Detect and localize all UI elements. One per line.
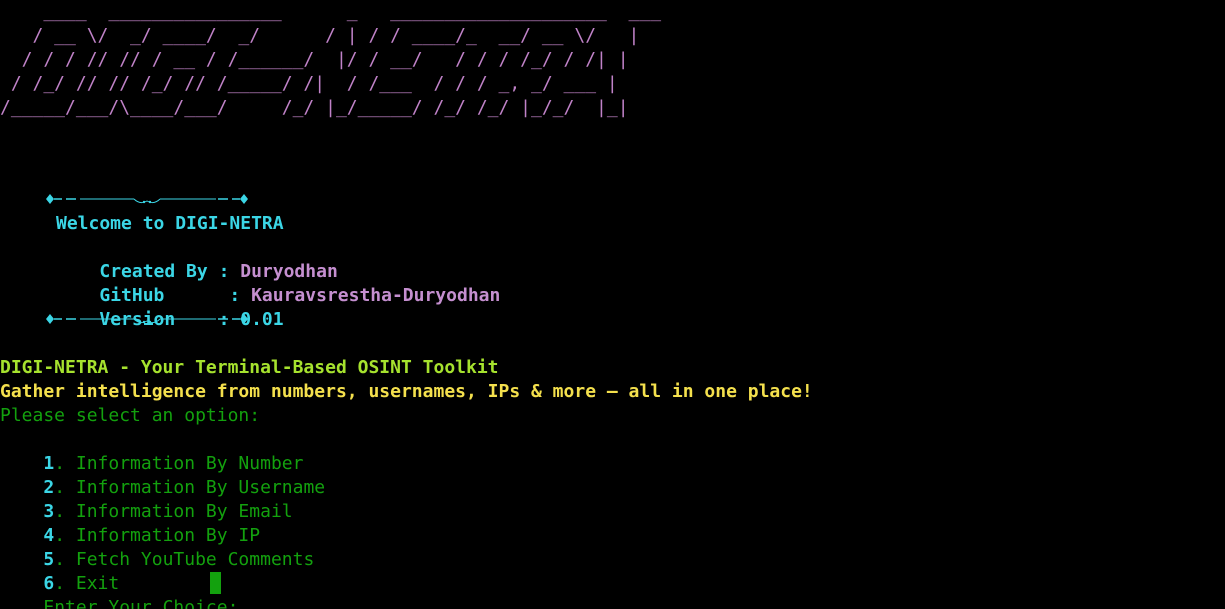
- github-value: Kauravsrestha-Duryodhan: [251, 285, 501, 306]
- menu-option-username: 2. Information By Username: [0, 452, 325, 498]
- subtitle: Gather intelligence from numbers, userna…: [0, 381, 813, 402]
- github-row: GitHub : Kauravsrestha-Duryodhan: [56, 260, 500, 306]
- menu-option-ip: 4. Information By IP: [0, 500, 260, 546]
- top-ornament-divider: [46, 194, 248, 204]
- welcome-text: Welcome to DIGI-NETRA: [56, 213, 284, 234]
- menu-option-email: 3. Information By Email: [0, 476, 292, 522]
- menu-option-youtube-comments: 5. Fetch YouTube Comments: [0, 524, 314, 570]
- version-row: Version : 0.01: [56, 284, 283, 330]
- menu-option-number: 1. Information By Number: [0, 428, 303, 474]
- choice-prompt-label: Enter Your Choice:: [43, 597, 250, 609]
- ascii-banner-logo: ____ ________________ _ ________________…: [0, 1, 662, 118]
- text-cursor: [210, 572, 221, 594]
- created-by-row: Created By : Duryodhan: [56, 236, 337, 282]
- tagline: DIGI-NETRA - Your Terminal-Based OSINT T…: [0, 357, 499, 378]
- terminal-window[interactable]: ____ ________________ _ ________________…: [0, 0, 1225, 609]
- menu-prompt: Please select an option:: [0, 405, 261, 426]
- menu-option-exit: 6. Exit: [0, 548, 119, 594]
- bottom-ornament-divider: [46, 314, 248, 324]
